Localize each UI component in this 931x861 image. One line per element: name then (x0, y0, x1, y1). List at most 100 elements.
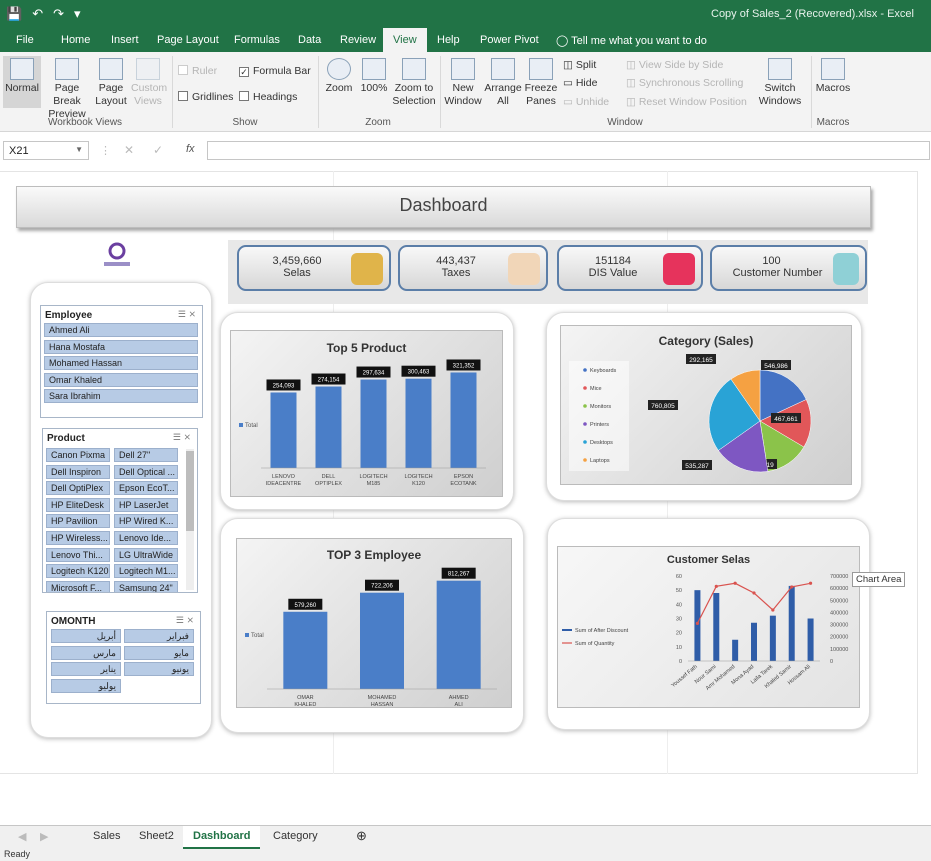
kpi-card-sales[interactable]: 3,459,660 Selas (237, 245, 391, 291)
slicer-item[interactable]: Canon Pixma (46, 448, 110, 462)
sheet-tab-category[interactable]: Category (273, 830, 318, 842)
top5-product-chart[interactable]: Top 5 Product 254,093 LENOVO IDEACENTRE 274… (230, 330, 503, 497)
name-box[interactable]: X21 ▼ (3, 141, 89, 160)
tab-help[interactable]: Help (437, 34, 460, 46)
slicer-item[interactable]: HP Wireless... (46, 531, 110, 545)
cancel-icon[interactable]: ✕ (124, 143, 134, 157)
view-side-by-side-button[interactable]: ◫ View Side by Side (626, 59, 723, 72)
slicer-item[interactable]: Dell Inspiron (46, 464, 110, 479)
employee-slicer[interactable]: Employee ☰ ⨯ Ahmed Ali Hana Mostafa Mohame… (40, 305, 203, 418)
bar (436, 580, 481, 689)
hide-button[interactable]: ▭ Hide (563, 77, 597, 90)
category-sales-chart[interactable]: Category (Sales) 546,986467,661423,31953… (560, 325, 852, 485)
slicer-item[interactable]: LG UltraWide (114, 547, 178, 562)
undo-icon[interactable]: ↶ (32, 6, 43, 22)
tab-view[interactable]: View (383, 28, 427, 52)
arrange-all-button[interactable]: Arrange All (484, 58, 522, 108)
top3-employee-chart[interactable]: TOP 3 Employee 579,260 OMAR KHALED 722,206 M… (236, 538, 512, 708)
filter-clear-icon[interactable]: ☰ ⨯ (176, 615, 194, 626)
slicer-item[interactable]: Microsoft F... (46, 580, 110, 592)
formula-bar-checkbox[interactable]: ✓ Formula Bar (239, 65, 311, 78)
zoom-to-selection-button[interactable]: Zoom to Selection (392, 58, 436, 108)
slicer-item[interactable]: فبراير (124, 629, 194, 643)
slicer-item[interactable]: Hana Mostafa (44, 339, 198, 354)
slicer-item[interactable]: Sara Ibrahim (44, 389, 198, 403)
tab-review[interactable]: Review (340, 34, 376, 46)
slicer-item[interactable]: Dell 27" (114, 448, 178, 462)
page-break-preview-button[interactable]: Page Break Preview (43, 58, 91, 121)
ruler-label: Ruler (192, 65, 218, 77)
tab-power-pivot[interactable]: Power Pivot (480, 34, 539, 46)
insert-function-icon[interactable]: fx (186, 143, 195, 155)
slicer-item[interactable]: Dell OptiPlex (46, 481, 110, 496)
month-slicer[interactable]: OMONTH ☰ ⨯ أبريل فبراير مارس مايو يناير يونيو… (46, 611, 201, 704)
slicer-item[interactable]: مارس (51, 645, 121, 660)
page-layout-view-button[interactable]: Page Layout (93, 58, 129, 108)
custom-views-button[interactable]: Custom Views (131, 58, 167, 108)
slicer-item[interactable]: Logitech K120 (46, 564, 110, 579)
slicer-item[interactable]: HP EliteDesk (46, 497, 110, 512)
headings-checkbox[interactable]: Headings (239, 91, 297, 104)
scroll-right-icon[interactable]: ▶ (40, 830, 48, 843)
slicer-item[interactable]: Dell Optical ... (114, 464, 178, 479)
new-window-button[interactable]: New Window (444, 58, 482, 108)
slicer-item[interactable]: مايو (124, 645, 194, 660)
tell-me-label: Tell me what you want to do (571, 35, 707, 47)
tab-formulas[interactable]: Formulas (234, 34, 280, 46)
slicer-item[interactable]: Lenovo Ide... (114, 531, 178, 545)
customize-qat-icon[interactable]: ▾ (74, 6, 81, 22)
split-button[interactable]: ◫ Split (563, 59, 596, 72)
tab-data[interactable]: Data (298, 34, 321, 46)
scroll-left-icon[interactable]: ◀ (18, 830, 26, 843)
sheet-tab-dashboard[interactable]: Dashboard (183, 826, 261, 849)
sheet-tab-sheet2[interactable]: Sheet2 (139, 830, 174, 842)
tab-insert[interactable]: Insert (111, 34, 139, 46)
switch-windows-button[interactable]: Switch Windows (755, 58, 805, 108)
macros-button[interactable]: Macros (814, 58, 852, 95)
slicer-item[interactable]: Mohamed Hassan (44, 356, 198, 370)
tab-home[interactable]: Home (61, 34, 90, 46)
slicer-item[interactable]: Omar Khaled (44, 372, 198, 387)
kpi-card-customers[interactable]: 100 Customer Number (710, 245, 867, 291)
scroll-thumb[interactable] (186, 451, 194, 531)
tab-page-layout[interactable]: Page Layout (157, 34, 219, 46)
slicer-item[interactable]: HP LaserJet (114, 497, 178, 512)
slicer-item[interactable]: Samsung 24" (114, 580, 178, 592)
formula-input[interactable] (207, 141, 930, 160)
kpi-card-taxes[interactable]: 443,437 Taxes (398, 245, 548, 291)
slicer-item[interactable]: Logitech M1... (114, 564, 178, 579)
sheet-tab-sales[interactable]: Sales (93, 830, 121, 842)
unhide-button[interactable]: ▭ Unhide (563, 96, 609, 109)
customer-sales-chart[interactable]: Customer Selas 60 50 40 30 20 10 0 700000 600000… (557, 546, 860, 708)
tell-me-search[interactable]: ◯ Tell me what you want to do (556, 34, 707, 47)
slicer-item[interactable]: Epson EcoT... (114, 481, 178, 496)
zoom-button[interactable]: Zoom (323, 58, 355, 95)
normal-view-button[interactable]: Normal (3, 56, 41, 108)
slicer-item[interactable]: HP Wired K... (114, 514, 178, 529)
gridlines-checkbox[interactable]: Gridlines (178, 91, 233, 104)
slicer-item[interactable]: Lenovo Thi... (46, 547, 110, 562)
freeze-panes-button[interactable]: Freeze Panes (523, 58, 559, 108)
save-icon[interactable]: 💾 (6, 6, 22, 22)
window-title: Copy of Sales_2 (Recovered).xlsx - Excel (711, 8, 914, 20)
category-label: ALI (455, 702, 464, 708)
reset-window-button[interactable]: ◫ Reset Window Position (626, 96, 747, 109)
slicer-scrollbar[interactable] (186, 449, 194, 590)
slicer-item[interactable]: يوليو (51, 678, 121, 693)
slicer-item[interactable]: يونيو (124, 662, 194, 676)
filter-clear-icon[interactable]: ☰ ⨯ (173, 432, 191, 443)
kpi-card-discount[interactable]: 151184 DIS Value (557, 245, 703, 291)
redo-icon[interactable]: ↷ (53, 6, 64, 22)
slicer-item[interactable]: يناير (51, 662, 121, 676)
zoom-100-button[interactable]: 100% (359, 58, 389, 95)
add-sheet-icon[interactable]: ⊕ (356, 828, 367, 844)
enter-icon[interactable]: ✓ (153, 143, 163, 157)
tab-file[interactable]: File (16, 34, 34, 46)
slicer-item[interactable]: HP Pavilion (46, 514, 110, 529)
slicer-item[interactable]: أبريل (51, 629, 121, 643)
sync-scroll-button[interactable]: ◫ Synchronous Scrolling (626, 77, 743, 90)
product-slicer[interactable]: Product ☰ ⨯ Canon Pixma Dell 27" Dell Insp… (42, 428, 198, 593)
slicer-item[interactable]: Ahmed Ali (44, 323, 198, 337)
filter-clear-icon[interactable]: ☰ ⨯ (178, 309, 196, 320)
ruler-checkbox[interactable]: Ruler (178, 65, 217, 78)
